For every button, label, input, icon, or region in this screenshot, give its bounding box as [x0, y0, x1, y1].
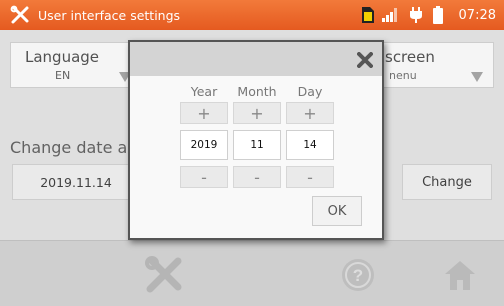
day-decrement-button[interactable]: -: [286, 166, 334, 188]
signal-icon: [377, 8, 405, 22]
date-dialog: Year + 2019 - Month + 11 - Day + 14 - OK: [128, 40, 384, 240]
year-decrement-button[interactable]: -: [180, 166, 228, 188]
year-increment-button[interactable]: +: [180, 102, 228, 124]
tools-icon: [6, 0, 34, 30]
month-decrement-button[interactable]: -: [233, 166, 281, 188]
day-label: Day: [297, 84, 323, 99]
day-increment-button[interactable]: +: [286, 102, 334, 124]
year-label: Year: [190, 84, 218, 99]
dialog-header: [130, 42, 382, 76]
page-title: User interface settings: [38, 7, 181, 23]
month-increment-button[interactable]: +: [233, 102, 281, 124]
status-area: 07:28: [359, 0, 504, 30]
title-bar: User interface settings 07:28: [0, 0, 504, 30]
month-value[interactable]: 11: [233, 130, 281, 160]
plug-icon: [405, 7, 427, 23]
battery-icon: [427, 6, 449, 24]
clock: 07:28: [458, 7, 496, 23]
sd-card-icon: [359, 7, 377, 23]
year-value[interactable]: 2019: [180, 130, 228, 160]
day-value[interactable]: 14: [286, 130, 334, 160]
ok-button[interactable]: OK: [312, 196, 362, 226]
month-label: Month: [237, 84, 277, 99]
close-icon[interactable]: [354, 49, 376, 71]
